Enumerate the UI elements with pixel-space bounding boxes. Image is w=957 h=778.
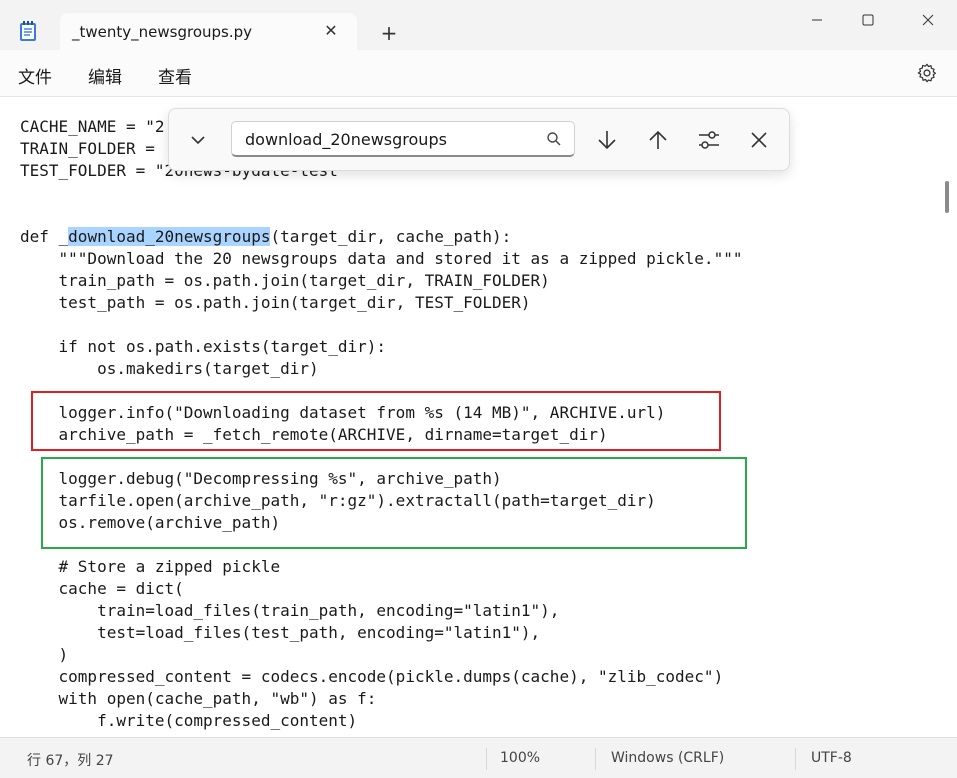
zoom-level[interactable]: 100% [500, 750, 540, 766]
menu-bar: 文件 编辑 查看 [0, 50, 957, 96]
encoding[interactable]: UTF-8 [811, 750, 852, 766]
code-line-8: train_path = os.path.join(target_dir, TR… [20, 271, 550, 290]
minimize-button[interactable] [794, 8, 840, 32]
code-line-26: compressed_content = codecs.encode(pickl… [20, 667, 724, 686]
vertical-scrollbar-thumb[interactable] [945, 181, 949, 213]
find-input[interactable]: download_20newsgroups [231, 121, 575, 157]
gear-icon[interactable] [916, 62, 938, 84]
maximize-icon [862, 14, 874, 26]
close-window-button[interactable] [905, 8, 951, 32]
code-line-22: cache = dict( [20, 579, 184, 598]
def-keyword: def _ [20, 227, 69, 246]
status-divider [795, 748, 796, 770]
search-match-highlight: download_20newsgroups [68, 227, 271, 246]
maximize-button[interactable] [845, 8, 891, 32]
menu-edit[interactable]: 编辑 [88, 63, 122, 88]
notepad-icon [20, 21, 36, 41]
file-tab[interactable]: _twenty_newsgroups.py ✕ [60, 13, 357, 50]
code-line-11: if not os.path.exists(target_dir): [20, 337, 387, 356]
code-line-12: os.makedirs(target_dir) [20, 359, 319, 378]
close-icon [922, 14, 934, 26]
close-icon[interactable] [746, 127, 772, 153]
find-panel: download_20newsgroups [168, 108, 790, 171]
arrow-down-icon[interactable] [594, 127, 620, 153]
options-icon[interactable] [696, 127, 722, 153]
code-line-23: train=load_files(train_path, encoding="l… [20, 601, 560, 620]
red-annotation-box [31, 391, 721, 451]
search-icon[interactable] [546, 131, 562, 147]
menu-file[interactable]: 文件 [18, 63, 52, 88]
code-line-9: test_path = os.path.join(target_dir, TES… [20, 293, 531, 312]
cursor-position[interactable]: 行 67，列 27 [27, 750, 114, 770]
arrow-up-icon[interactable] [645, 127, 671, 153]
new-tab-button[interactable]: + [378, 22, 400, 44]
line-ending[interactable]: Windows (CRLF) [611, 750, 724, 766]
code-line-28: f.write(compressed_content) [20, 711, 358, 730]
status-divider [595, 748, 596, 770]
tab-close-icon[interactable]: ✕ [322, 22, 340, 40]
minimize-icon [812, 19, 822, 21]
status-divider [486, 748, 487, 770]
code-line-def: def _download_20newsgroups(target_dir, c… [20, 226, 511, 248]
code-line-1: CACHE_NAME = "2 [20, 117, 165, 136]
code-line-7: """Download the 20 newsgroups data and s… [20, 249, 743, 268]
menu-view[interactable]: 查看 [158, 63, 192, 88]
code-line-24: test=load_files(test_path, encoding="lat… [20, 623, 541, 642]
code-line-25: ) [20, 645, 69, 664]
code-line-2: TRAIN_FOLDER = [20, 139, 165, 158]
green-annotation-box [41, 457, 747, 549]
status-bar: 行 67，列 27 100% Windows (CRLF) UTF-8 [0, 737, 957, 778]
tab-title: _twenty_newsgroups.py [72, 23, 253, 41]
chevron-down-icon[interactable] [187, 129, 209, 151]
text-editor[interactable]: CACHE_NAME = "2 TRAIN_FOLDER = TEST_FOLD… [0, 96, 957, 738]
def-params: (target_dir, cache_path): [270, 227, 512, 246]
find-query-text: download_20newsgroups [245, 130, 447, 149]
code-line-27: with open(cache_path, "wb") as f: [20, 689, 377, 708]
title-bar: _twenty_newsgroups.py ✕ + [0, 0, 957, 50]
code-line-21: # Store a zipped pickle [20, 557, 281, 576]
